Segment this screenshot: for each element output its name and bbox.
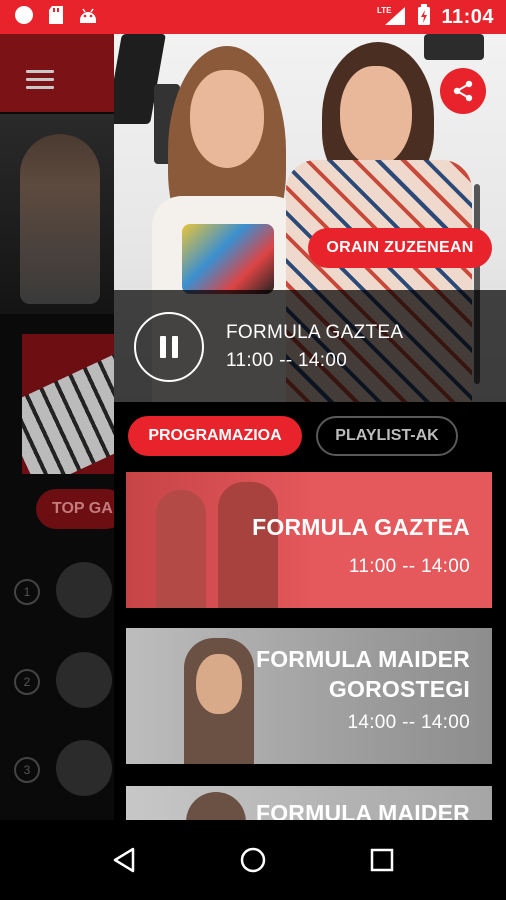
schedule-card-time: 14:00 -- 14:00 <box>347 712 470 733</box>
background-piano-image <box>22 334 114 474</box>
now-playing-time: 11:00 -- 14:00 <box>226 350 348 371</box>
pause-button[interactable] <box>134 312 204 382</box>
share-icon <box>453 80 473 102</box>
rank-number: 3 <box>14 757 40 783</box>
schedule-card[interactable]: FORMULA MAIDER <box>126 786 492 820</box>
back-button[interactable] <box>104 840 144 880</box>
background-top-pill: TOP GA <box>36 489 114 529</box>
battery-charging-icon <box>417 3 431 31</box>
now-playing-title: FORMULA GAZTEA <box>226 322 404 343</box>
home-circle-icon <box>240 847 266 873</box>
background-list-row: 1 <box>14 562 114 622</box>
schedule-card[interactable]: FORMULA GAZTEA 11:00 -- 14:00 <box>126 472 492 608</box>
avatar <box>56 652 112 708</box>
recent-apps-button[interactable] <box>362 840 402 880</box>
schedule-card-title: FORMULA GAZTEA <box>252 514 470 540</box>
android-icon <box>78 6 98 29</box>
share-button[interactable] <box>440 68 486 114</box>
sd-card-icon <box>48 5 64 30</box>
svg-text:LTE: LTE <box>377 6 392 15</box>
hero-image: ORAIN ZUZENEAN FORMULA GAZTEA 11:00 -- 1… <box>114 34 506 402</box>
recent-square-icon <box>370 848 393 872</box>
schedule-card-title: FORMULA MAIDER <box>255 800 470 820</box>
tab-playlist-ak[interactable]: PLAYLIST-AK <box>316 416 458 456</box>
home-button[interactable] <box>233 840 273 880</box>
schedule-card-title: FORMULA MAIDER GOROSTEGI <box>255 646 470 702</box>
background-header <box>0 34 114 112</box>
back-triangle-icon <box>114 847 135 873</box>
background-screen: TOP GA 1 2 3 <box>0 34 114 820</box>
tab-programazioa[interactable]: PROGRAMAZIOA <box>128 416 302 456</box>
status-time: 11:04 <box>441 5 494 28</box>
avatar <box>56 562 112 618</box>
background-list-row: 2 <box>14 652 114 712</box>
lte-signal-icon: LTE <box>377 4 407 31</box>
live-now-button[interactable]: ORAIN ZUZENEAN <box>308 228 492 268</box>
hamburger-menu-icon[interactable] <box>26 70 54 90</box>
system-nav-bar <box>0 820 506 900</box>
avatar <box>56 740 112 796</box>
schedule-card[interactable]: FORMULA MAIDER GOROSTEGI 14:00 -- 14:00 <box>126 628 492 764</box>
rank-number: 2 <box>14 669 40 695</box>
now-playing-bar: FORMULA GAZTEA 11:00 -- 14:00 <box>114 290 506 402</box>
rank-number: 1 <box>14 579 40 605</box>
pause-icon <box>157 336 181 358</box>
background-list-row: 3 <box>14 740 114 800</box>
background-hero-image <box>0 114 114 314</box>
status-bar: LTE 11:04 <box>0 0 506 34</box>
radio-panel: ORAIN ZUZENEAN FORMULA GAZTEA 11:00 -- 1… <box>114 34 506 820</box>
tab-bar: PROGRAMAZIOA PLAYLIST-AK <box>114 414 506 460</box>
app-root: LTE 11:04 TOP GA 1 2 3 ORAIN ZUZENEAN FO… <box>0 0 506 900</box>
schedule-card-time: 11:00 -- 14:00 <box>348 556 470 577</box>
notification-circle-icon <box>14 5 34 30</box>
